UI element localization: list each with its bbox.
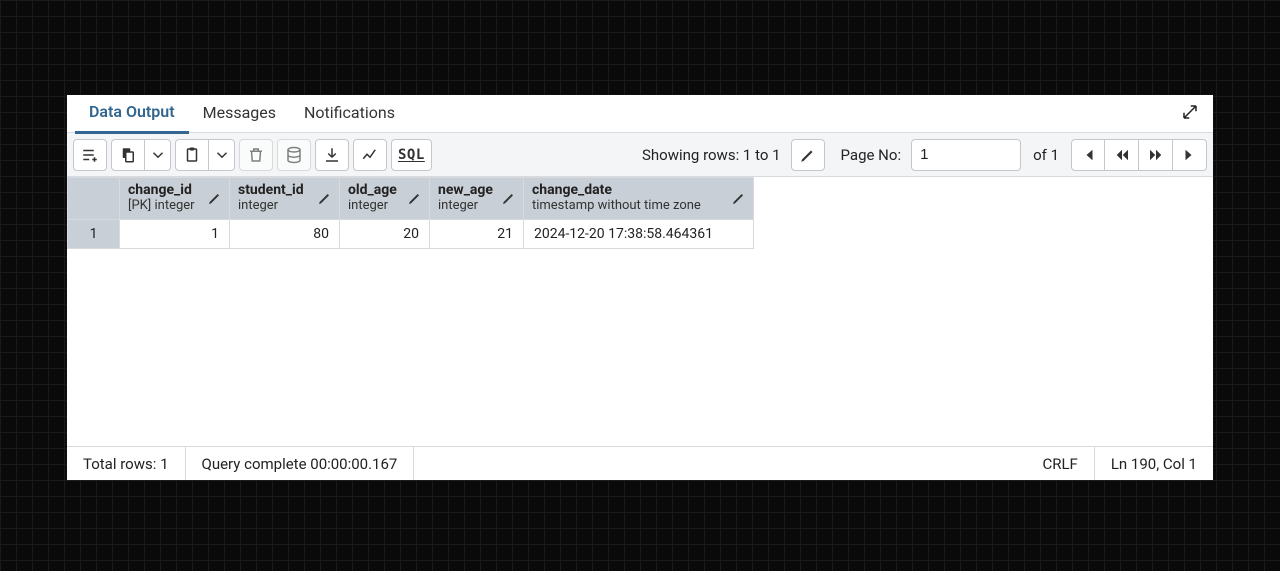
tab-data-output[interactable]: Data Output — [75, 94, 189, 134]
prev-page-button[interactable] — [1105, 139, 1139, 171]
status-total-rows: Total rows: 1 — [67, 447, 186, 480]
table-row[interactable]: 1 1 80 20 21 2024-12-20 17:38:58.464361 — [68, 220, 754, 249]
page-label: Page No: — [841, 146, 902, 164]
column-type: integer — [238, 198, 304, 213]
copy-icon — [119, 146, 137, 164]
results-grid[interactable]: change_id [PK] integer student_id intege… — [67, 177, 1213, 446]
column-type: integer — [438, 198, 493, 213]
results-panel: Data Output Messages Notifications — [67, 95, 1213, 480]
cell[interactable]: 20 — [340, 220, 430, 249]
paste-icon — [183, 146, 201, 164]
cell[interactable]: 2024-12-20 17:38:58.464361 — [523, 220, 753, 249]
edit-rows-button[interactable] — [791, 139, 825, 171]
expand-icon — [1181, 103, 1199, 121]
tab-notifications[interactable]: Notifications — [290, 95, 409, 132]
paste-menu-button[interactable] — [209, 139, 235, 171]
column-header[interactable]: change_id [PK] integer — [120, 178, 230, 220]
column-name: new_age — [438, 182, 493, 198]
status-query-time: Query complete 00:00:00.167 — [186, 447, 415, 480]
expand-button[interactable] — [1175, 97, 1205, 131]
column-name: change_id — [128, 182, 195, 198]
graph-button[interactable] — [353, 139, 387, 171]
database-icon — [285, 146, 303, 164]
prev-page-icon — [1113, 146, 1131, 164]
column-header[interactable]: old_age integer — [340, 178, 430, 220]
column-header[interactable]: new_age integer — [430, 178, 524, 220]
pencil-icon[interactable] — [407, 190, 423, 206]
last-page-button[interactable] — [1173, 139, 1207, 171]
sql-button[interactable]: SQL — [391, 139, 432, 171]
add-row-icon — [81, 146, 99, 164]
column-header[interactable]: student_id integer — [230, 178, 340, 220]
add-row-button[interactable] — [73, 139, 107, 171]
download-button[interactable] — [315, 139, 349, 171]
cell[interactable]: 1 — [120, 220, 230, 249]
copy-menu-button[interactable] — [145, 139, 171, 171]
status-cursor: Ln 190, Col 1 — [1095, 447, 1213, 480]
row-header-corner — [68, 178, 120, 220]
graph-icon — [361, 146, 379, 164]
cell[interactable]: 21 — [430, 220, 524, 249]
column-name: old_age — [348, 182, 397, 198]
next-page-button[interactable] — [1139, 139, 1173, 171]
pencil-icon[interactable] — [731, 190, 747, 206]
delete-button[interactable] — [239, 139, 273, 171]
status-eol: CRLF — [1026, 447, 1094, 480]
page-of-label: of 1 — [1033, 146, 1059, 164]
save-data-button[interactable] — [277, 139, 311, 171]
download-icon — [323, 146, 341, 164]
next-page-icon — [1147, 146, 1165, 164]
rows-label: Showing rows: 1 to 1 — [642, 146, 781, 164]
pencil-icon[interactable] — [501, 190, 517, 206]
column-type: [PK] integer — [128, 198, 195, 213]
tab-messages[interactable]: Messages — [189, 95, 290, 132]
pencil-icon[interactable] — [317, 190, 333, 206]
column-type: integer — [348, 198, 397, 213]
first-page-icon — [1079, 146, 1097, 164]
cell[interactable]: 80 — [230, 220, 340, 249]
paste-button[interactable] — [175, 139, 209, 171]
toolbar: SQL Showing rows: 1 to 1 Page No: of 1 — [67, 133, 1213, 177]
column-type: timestamp without time zone — [532, 198, 701, 213]
status-bar: Total rows: 1 Query complete 00:00:00.16… — [67, 446, 1213, 480]
last-page-icon — [1181, 146, 1199, 164]
tab-bar: Data Output Messages Notifications — [67, 95, 1213, 133]
page-input[interactable] — [911, 139, 1021, 171]
column-header[interactable]: change_date timestamp without time zone — [523, 178, 753, 220]
row-number[interactable]: 1 — [68, 220, 120, 249]
trash-icon — [247, 146, 265, 164]
first-page-button[interactable] — [1071, 139, 1105, 171]
chevron-down-icon — [213, 146, 231, 164]
copy-button[interactable] — [111, 139, 145, 171]
column-name: change_date — [532, 182, 701, 198]
pencil-icon[interactable] — [207, 190, 223, 206]
chevron-down-icon — [149, 146, 167, 164]
pencil-icon — [799, 146, 817, 164]
column-name: student_id — [238, 182, 304, 198]
